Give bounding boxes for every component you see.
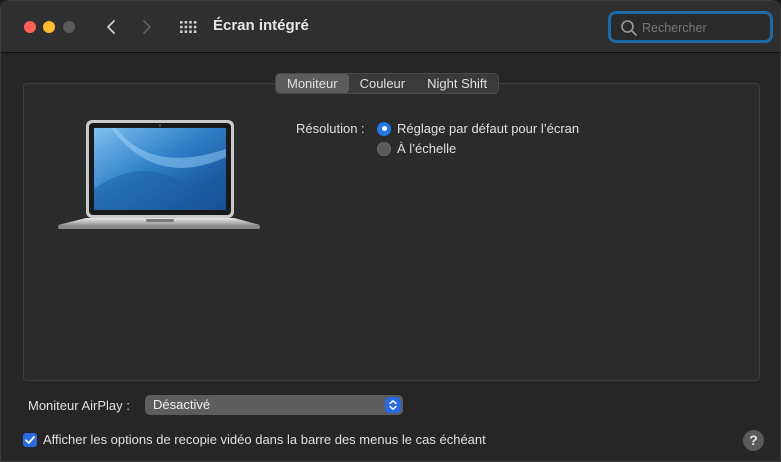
- chevron-up-down-icon: [385, 397, 401, 413]
- chevron-right-icon: [143, 20, 151, 34]
- checkmark-icon: [25, 435, 35, 444]
- mirroring-option[interactable]: Afficher les options de recopie vidéo da…: [23, 432, 486, 447]
- show-all-button[interactable]: [177, 16, 199, 38]
- search-input[interactable]: [642, 18, 767, 38]
- help-button[interactable]: ?: [743, 430, 764, 451]
- checkbox[interactable]: [23, 432, 37, 447]
- resolution-label: Résolution :: [296, 121, 365, 136]
- radio-button[interactable]: [377, 141, 391, 156]
- grid-icon: [180, 21, 197, 33]
- resolution-option-default[interactable]: Réglage par défaut pour l’écran: [377, 121, 579, 136]
- radio-label: Réglage par défaut pour l’écran: [397, 121, 580, 136]
- zoom-button[interactable]: [63, 21, 75, 33]
- forward-button[interactable]: [136, 15, 158, 39]
- laptop-image: [58, 120, 260, 229]
- back-button[interactable]: [100, 15, 122, 39]
- chevron-left-icon: [107, 20, 115, 34]
- tab-couleur[interactable]: Couleur: [349, 74, 417, 93]
- system-preferences-window: Écran intégré Moniteur Couleur Night Shi…: [0, 0, 781, 462]
- airplay-selected-value: Désactivé: [153, 397, 211, 412]
- close-button[interactable]: [24, 21, 36, 33]
- search-icon: [621, 20, 637, 36]
- radio-button-selected[interactable]: [377, 121, 391, 136]
- airplay-popup[interactable]: Désactivé: [145, 395, 403, 415]
- window-title: Écran intégré: [213, 17, 309, 34]
- radio-label: À l’échelle: [397, 141, 457, 156]
- title-bar: Écran intégré: [1, 1, 780, 53]
- checkbox-label: Afficher les options de recopie vidéo da…: [43, 432, 486, 447]
- tab-night-shift[interactable]: Night Shift: [416, 74, 498, 93]
- minimize-button[interactable]: [43, 21, 55, 33]
- resolution-option-scaled[interactable]: À l’échelle: [377, 141, 456, 156]
- search-field[interactable]: [608, 11, 773, 43]
- airplay-label: Moniteur AirPlay :: [28, 398, 130, 413]
- tab-bar: Moniteur Couleur Night Shift: [275, 73, 500, 94]
- tab-moniteur[interactable]: Moniteur: [276, 74, 349, 93]
